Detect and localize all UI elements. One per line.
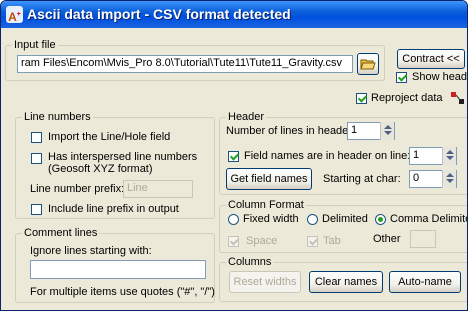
delimited-label: Delimited — [322, 213, 368, 225]
folder-open-icon — [360, 59, 376, 70]
show-header-checkbox[interactable] — [396, 72, 407, 83]
get-field-names-button[interactable]: Get field names — [226, 168, 312, 190]
columns-legend: Columns — [226, 256, 274, 268]
comment-hint-text: For multiple items use quotes ("#", "/") — [30, 286, 215, 298]
interspersed-line-numbers-checkbox[interactable] — [31, 153, 42, 164]
starting-char-label: Starting at char: — [323, 173, 401, 185]
input-file-path-field[interactable]: ram Files\Encom\Mvis_Pro 8.0\Tutorial\Tu… — [17, 55, 353, 73]
line-numbers-legend: Line numbers — [22, 111, 93, 123]
contract-button[interactable]: Contract << — [397, 49, 465, 69]
ascii-import-dialog: A+ Ascii data import - CSV format detect… — [0, 0, 468, 311]
show-header-label: Show heade — [412, 71, 468, 83]
include-prefix-label: Include line prefix in output — [48, 203, 179, 215]
auto-name-button[interactable]: Auto-name — [389, 271, 461, 293]
comment-lines-legend: Comment lines — [22, 227, 100, 239]
comma-delimited-radio[interactable] — [375, 214, 386, 225]
field-names-line-spinner[interactable] — [442, 147, 456, 165]
other-delimiter-field[interactable] — [410, 230, 436, 248]
title-bar[interactable]: A+ Ascii data import - CSV format detect… — [1, 1, 467, 28]
interspersed-line-numbers-label: Has interspersed line numbers — [48, 151, 198, 163]
import-line-field-label: Import the Line/Hole field — [48, 131, 171, 143]
line-prefix-label: Line number prefix: — [30, 183, 125, 195]
reproject-label: Reproject data — [371, 92, 443, 104]
ignore-lines-label: Ignore lines starting with: — [30, 245, 152, 257]
header-lines-label: Number of lines in header — [226, 125, 352, 137]
fixed-width-radio[interactable] — [228, 214, 239, 225]
reset-widths-button[interactable]: Reset widths — [229, 271, 301, 293]
reproject-checkbox[interactable] — [356, 93, 367, 104]
space-checkbox[interactable] — [228, 236, 239, 247]
browse-file-button[interactable] — [357, 53, 379, 75]
include-prefix-checkbox[interactable] — [31, 204, 42, 215]
column-format-legend: Column Format — [226, 199, 306, 211]
starting-char-spinner[interactable] — [442, 170, 456, 188]
other-label: Other — [373, 233, 401, 245]
input-file-legend: Input file — [12, 39, 58, 51]
app-icon: A+ — [6, 6, 23, 24]
header-lines-spinner[interactable] — [380, 122, 394, 140]
tab-label: Tab — [323, 235, 341, 247]
fixed-width-label: Fixed width — [243, 213, 299, 225]
space-label: Space — [246, 235, 278, 247]
comma-delimited-label: Comma Delimited — [390, 213, 467, 225]
header-legend: Header — [226, 111, 267, 123]
reproject-icon[interactable] — [449, 89, 467, 107]
clear-names-button[interactable]: Clear names — [309, 271, 383, 293]
import-line-field-checkbox[interactable] — [31, 132, 42, 143]
line-prefix-field[interactable]: Line — [123, 180, 193, 198]
delimited-radio[interactable] — [307, 214, 318, 225]
field-names-label: Field names are in header on line: — [244, 150, 411, 162]
field-names-checkbox[interactable] — [228, 151, 239, 162]
window-title: Ascii data import - CSV format detected — [27, 6, 291, 22]
ignore-lines-field[interactable] — [30, 260, 206, 279]
interspersed-line-numbers-sublabel: (Geosoft XYZ format) — [48, 163, 153, 175]
tab-checkbox[interactable] — [307, 236, 318, 247]
